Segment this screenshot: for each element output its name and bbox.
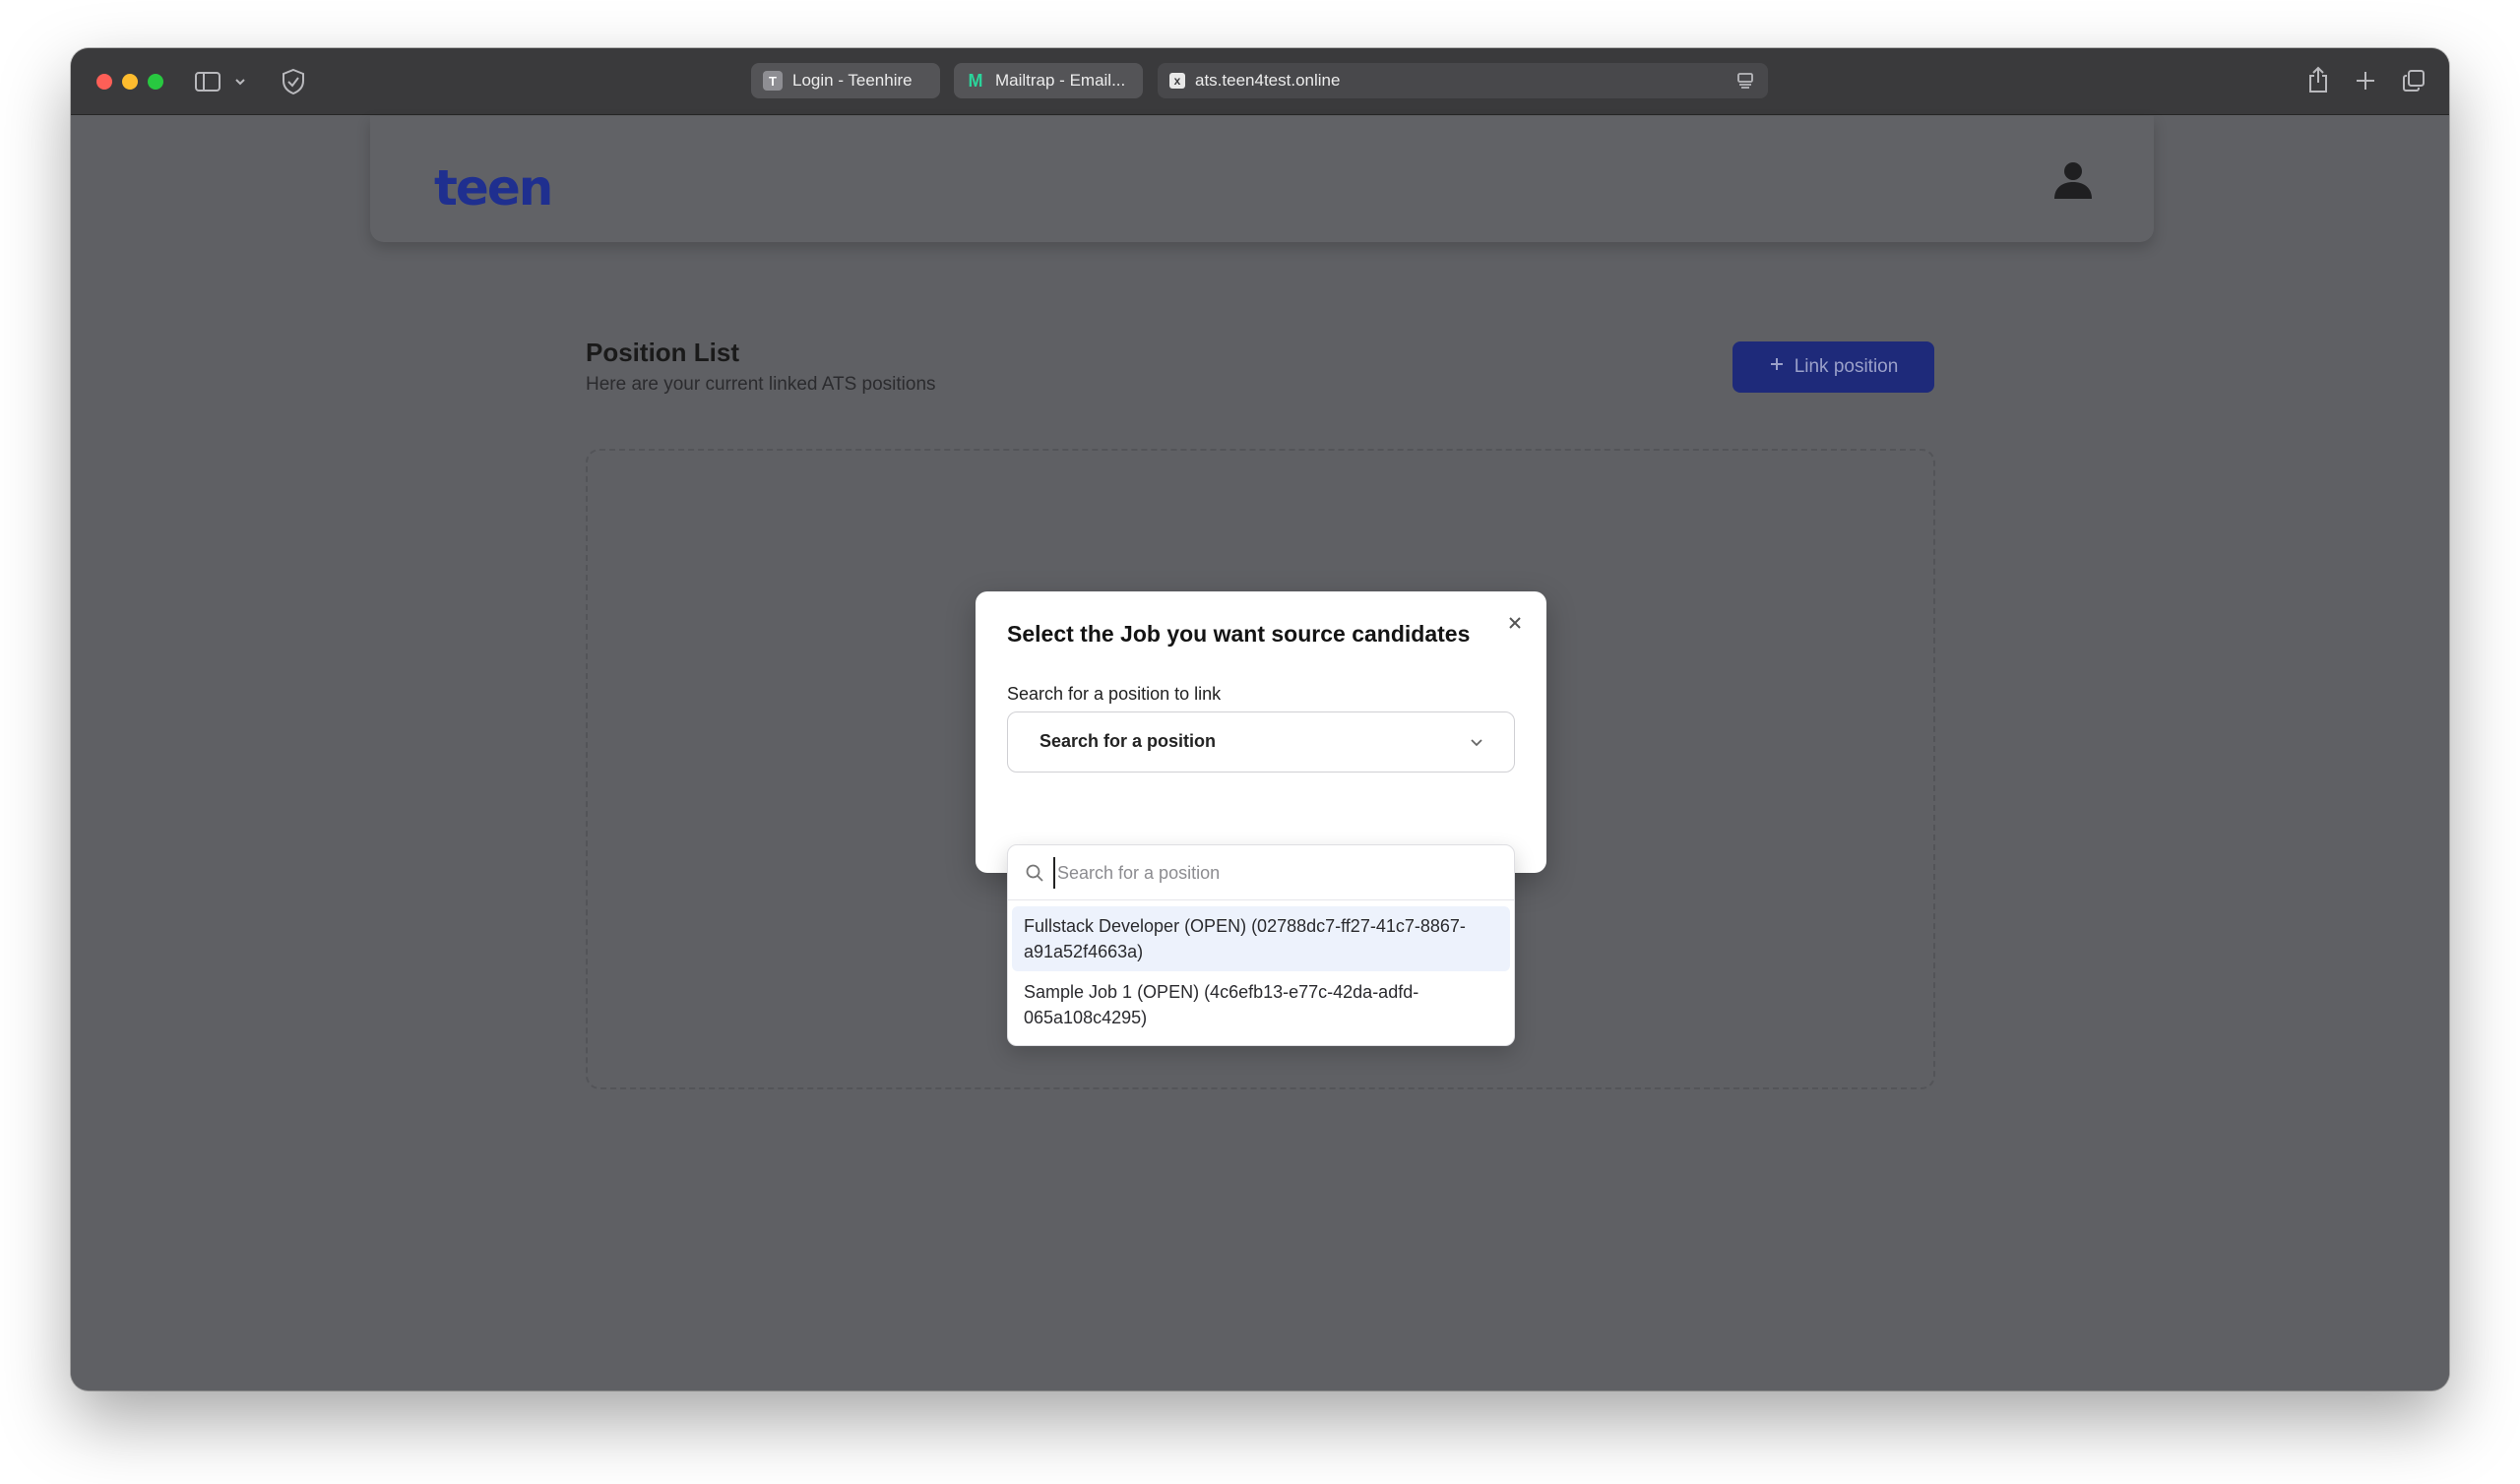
tab-ats-address[interactable]: x ats.teen4test.online <box>1158 63 1768 98</box>
browser-toolbar: T Login - Teenhire M Mailtrap - Email...… <box>71 48 2449 115</box>
teen-logo[interactable]: teen <box>434 159 553 216</box>
tab-login-teenhire[interactable]: T Login - Teenhire <box>751 63 940 98</box>
position-select-value: Search for a position <box>1040 731 1217 751</box>
share-icon[interactable] <box>2307 66 2329 93</box>
tab-mailtrap[interactable]: M Mailtrap - Email... <box>954 63 1143 98</box>
app-header: teen <box>370 116 2154 242</box>
position-option[interactable]: Fullstack Developer (OPEN) (02788dc7-ff2… <box>1012 906 1510 971</box>
plus-icon <box>1769 356 1785 378</box>
tab-label: Mailtrap - Email... <box>995 71 1126 90</box>
chevron-down-icon <box>1469 734 1484 755</box>
search-icon <box>1025 863 1044 888</box>
reader-icon[interactable] <box>1736 72 1754 90</box>
position-search-input[interactable] <box>1053 857 1486 889</box>
chevron-down-icon[interactable] <box>234 77 246 87</box>
site-favicon-icon: x <box>1169 73 1185 89</box>
shield-icon[interactable] <box>282 68 305 95</box>
sidebar-icon[interactable] <box>195 72 220 92</box>
tab-label: Login - Teenhire <box>792 71 913 90</box>
mailtrap-favicon-icon: M <box>968 70 983 91</box>
close-window-button[interactable] <box>96 74 112 90</box>
modal-title: Select the Job you want source candidate… <box>1007 621 1471 647</box>
page-subtitle: Here are your current linked ATS positio… <box>586 374 936 395</box>
link-position-button[interactable]: Link position <box>1732 341 1934 393</box>
page-title: Position List <box>586 338 739 367</box>
maximize-window-button[interactable] <box>148 74 163 90</box>
position-field-label: Search for a position to link <box>1007 684 1222 704</box>
new-tab-icon[interactable] <box>2355 70 2376 92</box>
address-text: ats.teen4test.online <box>1195 71 1341 90</box>
close-icon[interactable] <box>1505 613 1525 633</box>
user-avatar-icon[interactable] <box>2050 157 2096 203</box>
position-select[interactable]: Search for a position <box>1007 711 1515 773</box>
position-dropdown: Fullstack Developer (OPEN) (02788dc7-ff2… <box>1007 844 1515 1046</box>
browser-window: T Login - Teenhire M Mailtrap - Email...… <box>71 48 2449 1391</box>
dropdown-search-row <box>1008 845 1514 900</box>
tab-overview-icon[interactable] <box>2402 69 2426 93</box>
position-option[interactable]: Sample Job 1 (OPEN) (4c6efb13-e77c-42da-… <box>1012 972 1510 1037</box>
minimize-window-button[interactable] <box>122 74 138 90</box>
select-job-modal: Select the Job you want source candidate… <box>976 591 1546 873</box>
teenhire-favicon-icon: T <box>763 71 783 91</box>
link-position-label: Link position <box>1794 356 1899 377</box>
